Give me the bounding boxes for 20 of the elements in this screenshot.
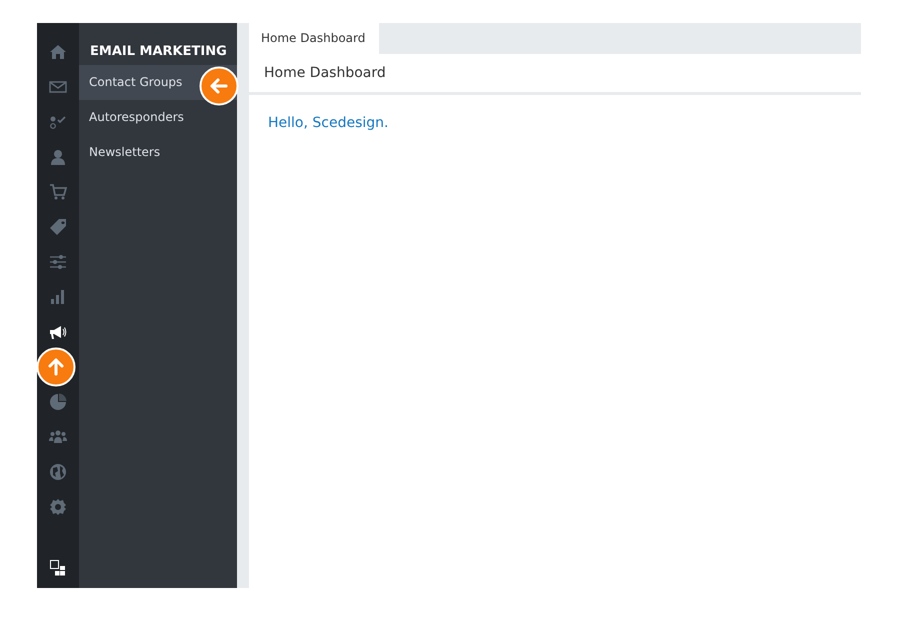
page-title: Home Dashboard — [249, 54, 861, 95]
tag-icon[interactable] — [49, 218, 67, 236]
menu-item[interactable]: Newsletters — [79, 135, 237, 170]
tab[interactable]: Home Dashboard — [249, 23, 380, 54]
menu-item[interactable]: Autoresponders — [79, 100, 237, 135]
user-icon[interactable] — [49, 148, 67, 166]
bar-chart-icon[interactable] — [49, 288, 67, 306]
cart-icon[interactable] — [49, 183, 67, 201]
up-arrow-tooltip — [36, 347, 76, 387]
globe-icon[interactable] — [49, 463, 67, 481]
menu-title: EMAIL MARKETING — [89, 43, 228, 61]
left-arrow-tooltip — [199, 66, 239, 106]
pie-chart-icon[interactable] — [49, 393, 67, 411]
megaphone-icon[interactable] — [49, 323, 67, 341]
gear-icon[interactable] — [49, 498, 67, 516]
sliders-icon[interactable] — [49, 253, 67, 271]
group-icon[interactable] — [49, 428, 67, 446]
windows-icon[interactable] — [50, 560, 66, 576]
home-icon[interactable] — [49, 43, 67, 61]
greeting-text: Hello, Scedesign. — [267, 114, 390, 133]
